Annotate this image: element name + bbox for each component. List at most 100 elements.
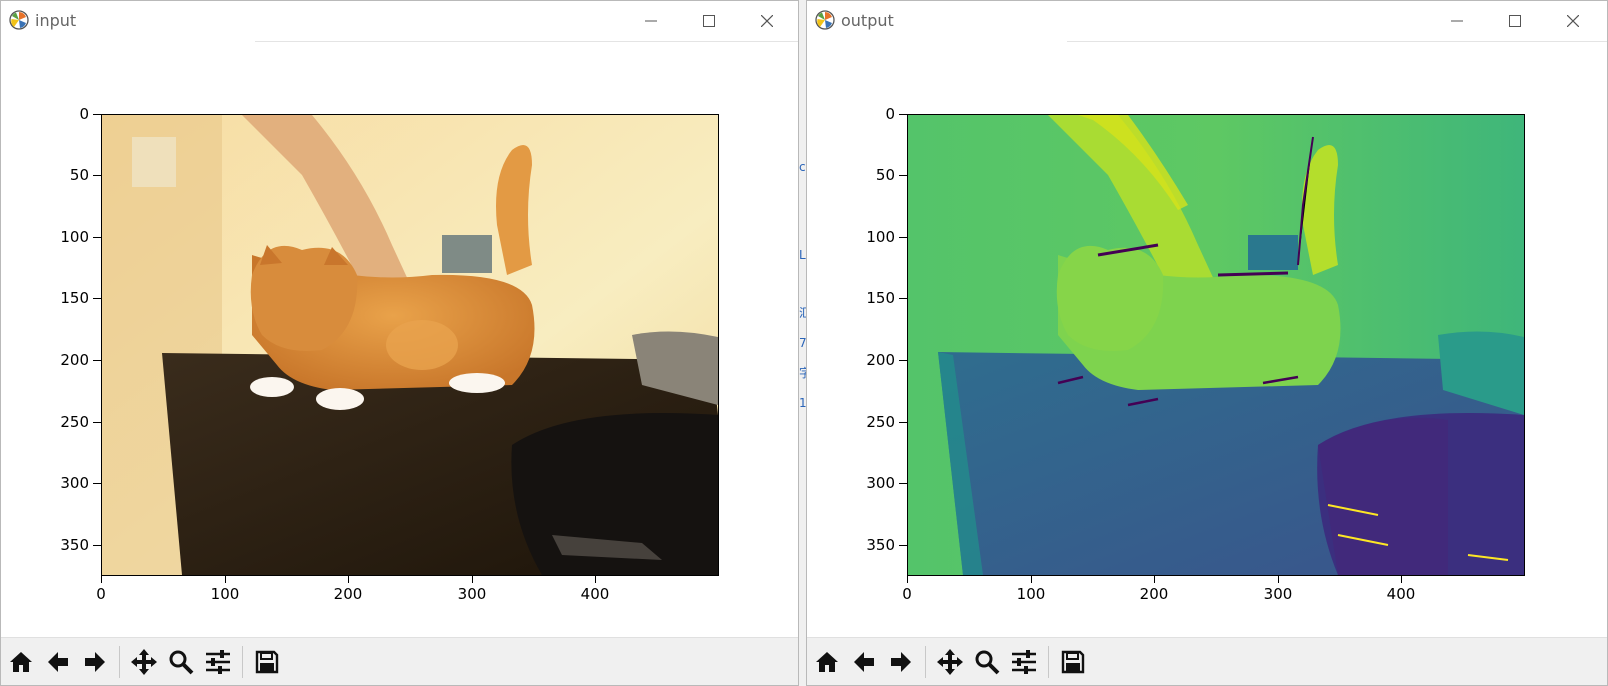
y-tick — [93, 298, 101, 299]
back-button[interactable] — [41, 645, 75, 679]
y-tick — [93, 114, 101, 115]
cat-photo-image — [102, 115, 718, 575]
minimize-button[interactable] — [1437, 7, 1477, 35]
y-tick — [93, 545, 101, 546]
home-button[interactable] — [810, 645, 844, 679]
x-tick-label: 300 — [457, 585, 487, 603]
x-tick — [348, 575, 349, 583]
x-tick-label: 100 — [210, 585, 240, 603]
pan-button[interactable] — [933, 645, 967, 679]
title-bar[interactable]: output — [807, 1, 1607, 41]
save-button[interactable] — [1056, 645, 1090, 679]
close-button[interactable] — [1553, 7, 1593, 35]
x-tick-label: 0 — [902, 585, 912, 603]
y-tick — [899, 298, 907, 299]
save-icon — [255, 650, 279, 674]
minimize-icon — [1451, 20, 1463, 22]
x-tick-label: 400 — [580, 585, 610, 603]
matplotlib-logo-icon — [815, 10, 835, 30]
y-tick — [93, 237, 101, 238]
maximize-button[interactable] — [1495, 7, 1535, 35]
background-text-fragment: L — [799, 248, 806, 262]
x-tick — [1154, 575, 1155, 583]
forward-icon — [85, 652, 105, 672]
close-icon — [761, 15, 773, 27]
y-tick-label: 350 — [60, 536, 89, 554]
y-tick — [899, 114, 907, 115]
maximize-icon — [1509, 15, 1521, 27]
y-tick-label: 350 — [866, 536, 895, 554]
zoom-icon — [169, 650, 194, 675]
back-button[interactable] — [847, 645, 881, 679]
input-window: input 0 50 100 150 200 250 300 350 0 100… — [0, 0, 799, 686]
title-bar[interactable]: input — [1, 1, 798, 41]
minimize-icon — [645, 20, 657, 22]
figure-canvas[interactable]: 0 50 100 150 200 250 300 350 0 100 200 3… — [807, 42, 1607, 638]
y-tick — [899, 545, 907, 546]
back-icon — [854, 652, 874, 672]
y-tick — [93, 483, 101, 484]
x-tick-label: 400 — [1386, 585, 1416, 603]
minimize-button[interactable] — [631, 7, 671, 35]
window-title: output — [841, 11, 894, 30]
configure-subplots-button[interactable] — [201, 645, 235, 679]
y-tick-label: 0 — [79, 105, 89, 123]
pan-icon — [937, 649, 963, 675]
navigation-toolbar — [807, 637, 1607, 685]
background-text-fragment: c — [799, 160, 806, 174]
close-icon — [1567, 15, 1579, 27]
x-tick-label: 0 — [96, 585, 106, 603]
forward-button[interactable] — [884, 645, 918, 679]
maximize-button[interactable] — [689, 7, 729, 35]
y-tick — [899, 175, 907, 176]
y-tick — [899, 360, 907, 361]
configure-subplots-button[interactable] — [1007, 645, 1041, 679]
matplotlib-logo-icon — [9, 10, 29, 30]
maximize-icon — [703, 15, 715, 27]
y-tick — [899, 483, 907, 484]
output-image-plot[interactable] — [907, 114, 1525, 576]
x-tick-label: 200 — [1139, 585, 1169, 603]
y-tick-label: 150 — [866, 289, 895, 307]
output-window: output 0 50 100 150 200 250 300 350 0 10… — [806, 0, 1608, 686]
forward-button[interactable] — [78, 645, 112, 679]
x-tick — [225, 575, 226, 583]
x-tick — [1401, 575, 1402, 583]
y-tick — [93, 360, 101, 361]
y-tick-label: 300 — [866, 474, 895, 492]
forward-icon — [891, 652, 911, 672]
save-button[interactable] — [250, 645, 284, 679]
window-title: input — [35, 11, 77, 30]
configure-icon — [206, 650, 230, 674]
x-tick — [595, 575, 596, 583]
home-icon — [10, 652, 32, 672]
save-icon — [1061, 650, 1085, 674]
y-tick — [93, 422, 101, 423]
y-tick-label: 50 — [69, 166, 89, 184]
input-image-plot[interactable] — [101, 114, 719, 576]
y-tick-label: 200 — [60, 351, 89, 369]
y-tick-label: 300 — [60, 474, 89, 492]
zoom-button[interactable] — [970, 645, 1004, 679]
x-tick-label: 100 — [1016, 585, 1046, 603]
zoom-button[interactable] — [164, 645, 198, 679]
y-tick — [899, 237, 907, 238]
y-tick-label: 100 — [866, 228, 895, 246]
navigation-toolbar — [1, 637, 798, 685]
pan-icon — [131, 649, 157, 675]
home-button[interactable] — [4, 645, 38, 679]
y-tick-label: 100 — [60, 228, 89, 246]
x-tick — [1278, 575, 1279, 583]
x-tick-label: 300 — [1263, 585, 1293, 603]
y-tick-label: 250 — [866, 413, 895, 431]
y-tick-label: 250 — [60, 413, 89, 431]
x-tick — [101, 575, 102, 583]
figure-canvas[interactable]: 0 50 100 150 200 250 300 350 0 100 200 3… — [1, 42, 798, 638]
x-tick-label: 200 — [333, 585, 363, 603]
zoom-icon — [975, 650, 1000, 675]
home-icon — [816, 652, 838, 672]
y-tick — [899, 422, 907, 423]
x-tick — [1031, 575, 1032, 583]
pan-button[interactable] — [127, 645, 161, 679]
close-button[interactable] — [747, 7, 787, 35]
